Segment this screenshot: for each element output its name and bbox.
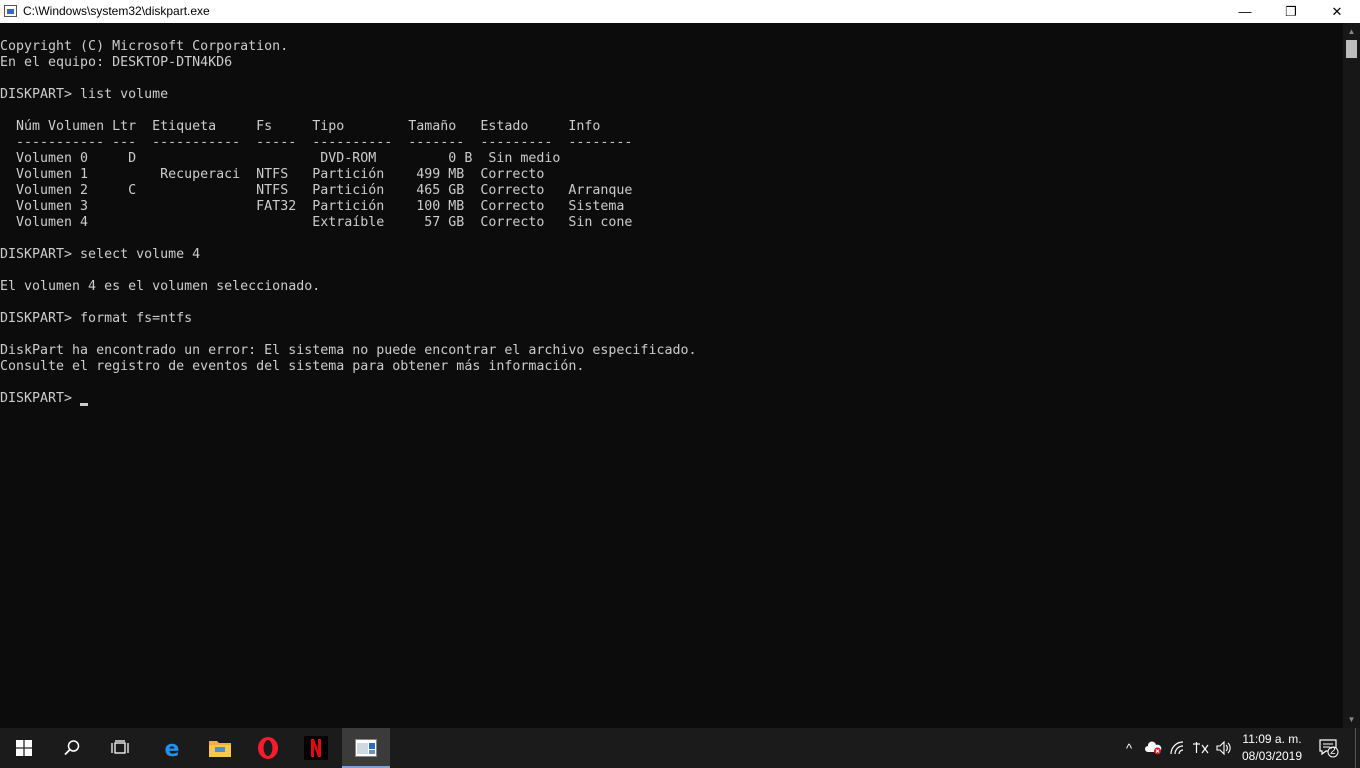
speaker-icon (1216, 741, 1231, 755)
scroll-up-icon[interactable]: ▲ (1343, 23, 1360, 40)
command-prompt[interactable]: DISKPART> (0, 391, 80, 407)
notification-icon (1319, 739, 1339, 758)
scroll-down-icon[interactable]: ▼ (1343, 711, 1360, 728)
clock-date: 08/03/2019 (1241, 749, 1303, 763)
minimize-icon: — (1238, 4, 1252, 19)
start-button[interactable] (0, 728, 48, 768)
window-titlebar[interactable]: C:\Windows\system32\diskpart.exe — ❐ ✕ (0, 0, 1360, 23)
network-tray[interactable] (1168, 728, 1188, 768)
keyboard-language-icon (1193, 742, 1209, 754)
windows-logo-icon (16, 740, 32, 756)
error-message: Consulte el registro de eventos del sist… (0, 359, 585, 374)
notification-count-badge: 2 (1330, 746, 1336, 757)
console-line: El volumen 4 es el volumen seleccionado. (0, 279, 321, 294)
close-icon: ✕ (1331, 3, 1343, 19)
vertical-scrollbar[interactable]: ▲ ▼ (1343, 23, 1360, 728)
table-row: Volumen 4 Extraíble 57 GB Correcto Sin c… (0, 215, 633, 230)
console-line: En el equipo: DESKTOP-DTN4KD6 (0, 55, 233, 70)
minimize-button[interactable]: — (1222, 0, 1268, 23)
input-method-tray[interactable] (1190, 728, 1212, 768)
table-header: Núm Volumen Ltr Etiqueta Fs Tipo Tamaño … (0, 119, 601, 134)
action-center-button[interactable]: 2 (1314, 728, 1344, 768)
table-row: Volumen 0 D DVD-ROM 0 B Sin medio (0, 151, 561, 166)
table-row: Volumen 2 C NTFS Partición 465 GB Correc… (0, 183, 633, 198)
volume-tray[interactable] (1214, 728, 1234, 768)
taskbar-edge[interactable]: e (148, 728, 196, 768)
taskbar-diskpart[interactable] (342, 728, 390, 768)
search-button[interactable] (48, 728, 96, 768)
console-line: DISKPART> select volume 4 (0, 247, 201, 262)
folder-icon (209, 741, 231, 757)
console-app-icon (355, 739, 377, 757)
maximize-icon: ❐ (1285, 3, 1297, 19)
task-view-button[interactable] (96, 728, 144, 768)
error-message: DiskPart ha encontrado un error: El sist… (0, 343, 697, 358)
taskbar-opera[interactable] (244, 728, 292, 768)
chevron-up-icon: ^ (1125, 740, 1133, 756)
netflix-icon (304, 736, 328, 760)
onedrive-tray[interactable] (1143, 728, 1163, 768)
table-row: Volumen 3 FAT32 Partición 100 MB Correct… (0, 199, 625, 214)
system-clock[interactable]: 11:09 a. m. 08/03/2019 (1237, 731, 1307, 765)
console-output[interactable]: Copyright (C) Microsoft Corporation. En … (0, 23, 1343, 728)
taskbar-netflix[interactable] (292, 728, 340, 768)
table-row: Volumen 1 Recuperaci NTFS Partición 499 … (0, 167, 545, 182)
window-title: C:\Windows\system32\diskpart.exe (23, 4, 210, 18)
task-view-icon (111, 740, 129, 754)
console-line: DISKPART> format fs=ntfs (0, 311, 193, 326)
close-button[interactable]: ✕ (1314, 0, 1360, 23)
edge-icon: e (165, 737, 180, 759)
maximize-button[interactable]: ❐ (1268, 0, 1314, 23)
show-hidden-icons-button[interactable]: ^ (1120, 728, 1138, 768)
text-cursor (80, 403, 88, 406)
wifi-icon (1170, 741, 1184, 755)
console-app-icon (4, 5, 17, 17)
taskbar: e ^ 11:09 a. m. 08/03/2019 2 (0, 728, 1360, 768)
search-icon (64, 740, 80, 756)
opera-icon (258, 737, 278, 759)
console-line: DISKPART> list volume (0, 87, 169, 102)
clock-time: 11:09 a. m. (1242, 732, 1302, 746)
cloud-error-icon (1145, 741, 1162, 755)
show-desktop-button[interactable] (1355, 728, 1356, 768)
table-separator: ----------- --- ----------- ----- ------… (0, 135, 633, 150)
taskbar-file-explorer[interactable] (196, 728, 244, 768)
console-line: Copyright (C) Microsoft Corporation. (0, 39, 289, 54)
svg-text:e: e (165, 737, 180, 759)
scrollbar-thumb[interactable] (1346, 40, 1357, 58)
